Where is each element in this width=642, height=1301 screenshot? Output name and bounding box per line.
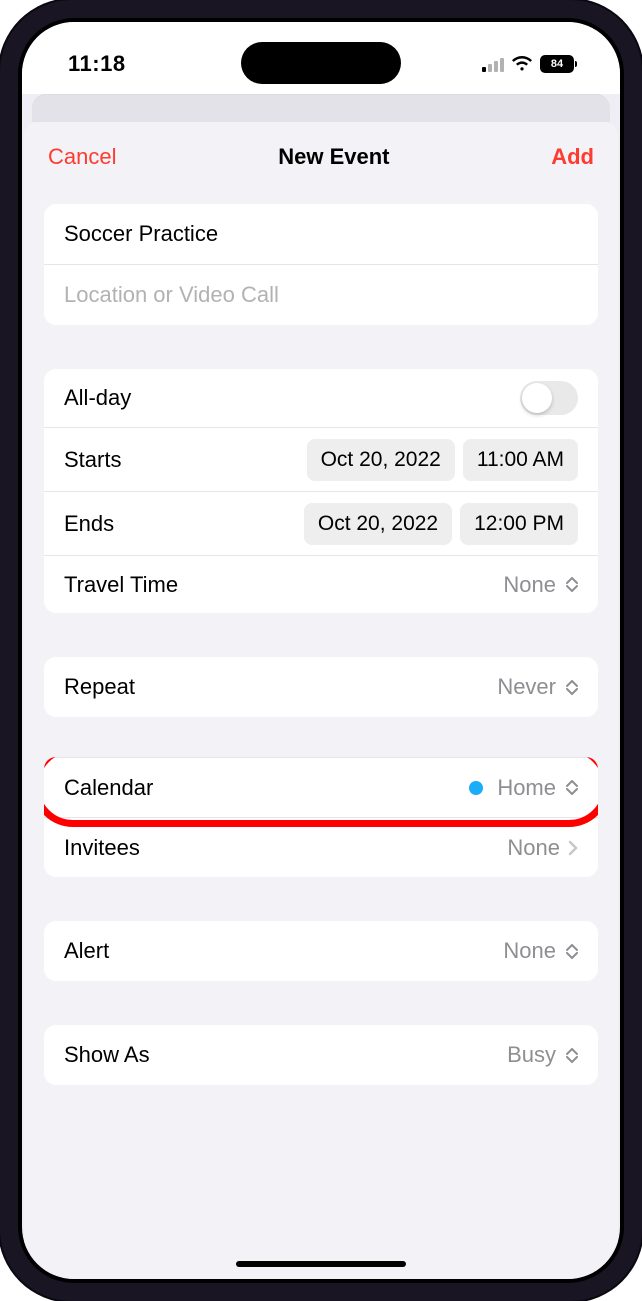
modal-title: New Event [278,144,389,170]
starts-time-button[interactable]: 11:00 AM [463,439,578,481]
alert-card: Alert None [44,921,598,981]
status-icons: 84 [482,55,574,73]
wifi-icon [511,56,533,72]
event-location-input[interactable] [44,265,598,325]
alert-row[interactable]: Alert None [44,921,598,981]
invitees-value: None [507,835,560,861]
ends-time-button[interactable]: 12:00 PM [460,503,578,545]
all-day-label: All-day [64,385,131,411]
chevron-right-icon [568,840,578,856]
starts-date-button[interactable]: Oct 20, 2022 [307,439,455,481]
dynamic-island [241,42,401,84]
showas-row[interactable]: Show As Busy [44,1025,598,1085]
chevron-updown-icon [566,577,578,592]
calendar-label: Calendar [64,775,153,801]
modal-header: Cancel New Event Add [24,122,618,190]
chevron-updown-icon [566,1048,578,1063]
showas-label: Show As [64,1042,150,1068]
alert-value: None [503,938,556,964]
repeat-label: Repeat [64,674,135,700]
home-indicator[interactable] [236,1261,406,1267]
chevron-updown-icon [566,780,578,795]
cancel-button[interactable]: Cancel [48,144,116,170]
repeat-card: Repeat Never [44,657,598,717]
showas-value: Busy [507,1042,556,1068]
ends-row: Ends Oct 20, 2022 12:00 PM [44,491,598,555]
calendar-value: Home [497,775,556,801]
event-title-input[interactable] [44,204,598,264]
repeat-row[interactable]: Repeat Never [44,657,598,717]
repeat-value: Never [497,674,556,700]
title-location-card [44,204,598,325]
starts-row: Starts Oct 20, 2022 11:00 AM [44,427,598,491]
invitees-label: Invitees [64,835,140,861]
status-time: 11:18 [68,51,126,77]
volume-up-button [0,320,2,410]
modal-background-card [32,94,610,122]
phone-frame: 11:18 84 [0,0,642,1301]
add-button[interactable]: Add [551,144,594,170]
new-event-modal: Cancel New Event Add All-day [24,122,618,1279]
all-day-row: All-day [44,369,598,427]
travel-time-label: Travel Time [64,572,178,598]
chevron-updown-icon [566,944,578,959]
time-card: All-day Starts Oct 20, 2022 11:00 AM End… [44,369,598,613]
invitees-row[interactable]: Invitees None [44,817,598,877]
all-day-toggle[interactable] [520,381,578,415]
cellular-signal-icon [482,57,504,72]
mute-switch [0,230,2,274]
showas-card: Show As Busy [44,1025,598,1085]
ends-date-button[interactable]: Oct 20, 2022 [304,503,452,545]
calendar-color-dot [469,781,483,795]
travel-time-value: None [503,572,556,598]
battery-icon: 84 [540,55,574,73]
ends-label: Ends [64,511,114,537]
calendar-invitees-card: Calendar Home Invitees [44,757,598,877]
starts-label: Starts [64,447,121,473]
travel-time-row[interactable]: Travel Time None [44,555,598,613]
alert-label: Alert [64,938,109,964]
battery-level: 84 [551,58,563,70]
volume-down-button [0,430,2,520]
screen: 11:18 84 [22,22,620,1279]
chevron-updown-icon [566,680,578,695]
calendar-row[interactable]: Calendar Home [44,757,598,817]
